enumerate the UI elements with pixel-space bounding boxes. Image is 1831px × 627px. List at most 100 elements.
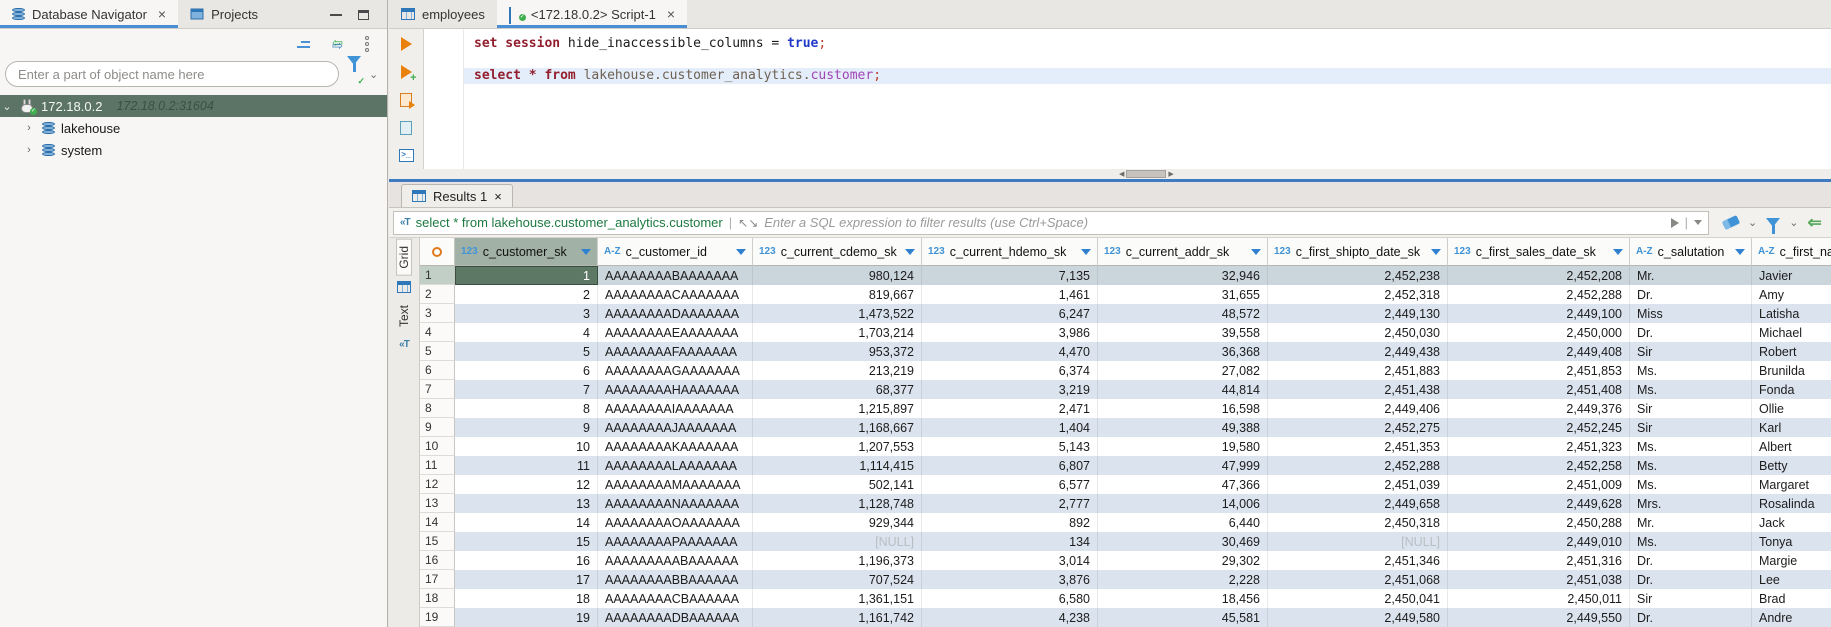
grid-cell[interactable]: 2,450,041 <box>1268 589 1448 608</box>
grid-corner-cell[interactable] <box>420 238 455 266</box>
grid-cell[interactable]: Amy <box>1752 285 1831 304</box>
grid-cell[interactable]: 2,449,550 <box>1448 608 1630 627</box>
grid-cell[interactable]: Mrs. <box>1630 494 1752 513</box>
filter-input[interactable]: «T select * from lakehouse.customer_anal… <box>393 211 1709 235</box>
grid-cell[interactable]: AAAAAAAAMAAAAAAA <box>598 475 753 494</box>
row-number[interactable]: 6 <box>420 361 455 380</box>
column-filter-icon[interactable] <box>1081 249 1091 255</box>
row-number[interactable]: 10 <box>420 437 455 456</box>
grid-cell[interactable]: Ms. <box>1630 437 1752 456</box>
grid-cell[interactable]: AAAAAAAAFAAAAAAA <box>598 342 753 361</box>
grid-cell[interactable]: 48,572 <box>1098 304 1268 323</box>
row-number[interactable]: 17 <box>420 570 455 589</box>
grid-cell[interactable]: Dr. <box>1630 608 1752 627</box>
grid-cell[interactable]: 2,451,438 <box>1268 380 1448 399</box>
grid-cell[interactable]: 929,344 <box>753 513 922 532</box>
grid-cell[interactable]: Margaret <box>1752 475 1831 494</box>
grid-cell[interactable]: 16,598 <box>1098 399 1268 418</box>
grid-cell[interactable]: 2,449,408 <box>1448 342 1630 361</box>
tab-projects[interactable]: Projects <box>178 0 270 28</box>
grid-cell[interactable]: 47,366 <box>1098 475 1268 494</box>
grid-cell[interactable]: 2,451,009 <box>1448 475 1630 494</box>
grid-cell[interactable]: Ollie <box>1752 399 1831 418</box>
apply-filter-icon[interactable] <box>1671 218 1679 228</box>
grid-cell[interactable]: 7,135 <box>922 266 1098 285</box>
expand-filter-icon[interactable]: ↖↘ <box>738 216 758 230</box>
grid-cell[interactable]: 3 <box>455 304 598 323</box>
grid-cell[interactable]: 1,207,553 <box>753 437 922 456</box>
column-header-c_first_sales_date_sk[interactable]: 123c_first_sales_date_sk <box>1448 238 1630 266</box>
row-number[interactable]: 11 <box>420 456 455 475</box>
row-number[interactable]: 3 <box>420 304 455 323</box>
tab-text-view[interactable]: Text <box>397 299 411 333</box>
grid-cell[interactable]: AAAAAAAADBAAAAAA <box>598 608 753 627</box>
grid-cell[interactable]: 1,196,373 <box>753 551 922 570</box>
grid-cell[interactable]: 2 <box>455 285 598 304</box>
grid-cell[interactable]: 2,452,238 <box>1268 266 1448 285</box>
chevron-down-icon[interactable]: ⌄ <box>369 68 378 81</box>
grid-cell[interactable]: 17 <box>455 570 598 589</box>
column-header-c_current_addr_sk[interactable]: 123c_current_addr_sk <box>1098 238 1268 266</box>
row-number[interactable]: 2 <box>420 285 455 304</box>
column-header-c_current_cdemo_sk[interactable]: 123c_current_cdemo_sk <box>753 238 922 266</box>
grid-cell[interactable]: AAAAAAAAOAAAAAAA <box>598 513 753 532</box>
grid-cell[interactable]: Betty <box>1752 456 1831 475</box>
fetch-arrow-icon[interactable]: ⇐ <box>1807 213 1821 233</box>
grid-cell[interactable]: 2,449,010 <box>1448 532 1630 551</box>
scroll-left-icon[interactable]: ◀ <box>1119 170 1124 178</box>
row-number[interactable]: 7 <box>420 380 455 399</box>
grid-cell[interactable]: 2,450,030 <box>1268 323 1448 342</box>
grid-cell[interactable]: 3,876 <box>922 570 1098 589</box>
grid-cell[interactable]: 2,451,408 <box>1448 380 1630 399</box>
grid-cell[interactable]: Sir <box>1630 418 1752 437</box>
grid-cell[interactable]: 953,372 <box>753 342 922 361</box>
overflow-menu-icon[interactable] <box>365 36 369 52</box>
grid-cell[interactable]: Ms. <box>1630 532 1752 551</box>
grid-cell[interactable]: Fonda <box>1752 380 1831 399</box>
tree-item-172-18-0-2[interactable]: ⌄✓172.18.0.2172.18.0.2:31604 <box>0 95 387 117</box>
grid-cell[interactable]: 36,368 <box>1098 342 1268 361</box>
grid-cell[interactable]: 2,450,288 <box>1448 513 1630 532</box>
grid-cell[interactable]: 707,524 <box>753 570 922 589</box>
column-filter-icon[interactable] <box>736 249 746 255</box>
grid-cell[interactable]: Ms. <box>1630 380 1752 399</box>
tab-database-navigator[interactable]: Database Navigator × <box>0 0 178 28</box>
column-header-c_first_shipto_date_sk[interactable]: 123c_first_shipto_date_sk <box>1268 238 1448 266</box>
row-number[interactable]: 8 <box>420 399 455 418</box>
grid-cell[interactable]: 2,452,318 <box>1268 285 1448 304</box>
grid-cell[interactable]: Miss <box>1630 304 1752 323</box>
grid-cell[interactable]: 2,450,011 <box>1448 589 1630 608</box>
grid-cell[interactable]: 19 <box>455 608 598 627</box>
grid-cell[interactable]: Sir <box>1630 399 1752 418</box>
grid-cell[interactable]: 2,452,258 <box>1448 456 1630 475</box>
grid-cell[interactable]: 2,451,038 <box>1448 570 1630 589</box>
column-filter-icon[interactable] <box>1251 249 1261 255</box>
grid-cell[interactable]: Andre <box>1752 608 1831 627</box>
grid-cell[interactable]: 9 <box>455 418 598 437</box>
grid-cell[interactable]: 6,807 <box>922 456 1098 475</box>
grid-cell[interactable]: Dr. <box>1630 285 1752 304</box>
grid-cell[interactable]: 5,143 <box>922 437 1098 456</box>
row-number[interactable]: 12 <box>420 475 455 494</box>
grid-cell[interactable]: 14 <box>455 513 598 532</box>
expander-icon[interactable]: ⌄ <box>0 100 14 113</box>
grid-cell[interactable]: 1,404 <box>922 418 1098 437</box>
column-header-c_salutation[interactable]: A-Zc_salutation <box>1630 238 1752 266</box>
column-filter-icon[interactable] <box>905 249 915 255</box>
grid-cell[interactable]: 2,471 <box>922 399 1098 418</box>
grid-cell[interactable]: 6,374 <box>922 361 1098 380</box>
expander-icon[interactable]: › <box>22 122 36 134</box>
grid-cell[interactable]: 2,452,288 <box>1448 285 1630 304</box>
column-filter-icon[interactable] <box>1431 249 1441 255</box>
column-header-c_current_hdemo_sk[interactable]: 123c_current_hdemo_sk <box>922 238 1098 266</box>
grid-cell[interactable]: AAAAAAAAIAAAAAAA <box>598 399 753 418</box>
grid-cell[interactable]: 27,082 <box>1098 361 1268 380</box>
grid-cell[interactable]: AAAAAAAACAAAAAAA <box>598 285 753 304</box>
grid-cell[interactable]: 16 <box>455 551 598 570</box>
grid-cell[interactable]: 1,361,151 <box>753 589 922 608</box>
saved-filters-icon[interactable] <box>1766 218 1780 227</box>
column-filter-icon[interactable] <box>1613 249 1623 255</box>
column-header-c_first_name[interactable]: A-Zc_first_name <box>1752 238 1831 266</box>
grid-cell[interactable]: Dr. <box>1630 570 1752 589</box>
chevron-down-icon[interactable]: ⌄ <box>1748 216 1757 229</box>
